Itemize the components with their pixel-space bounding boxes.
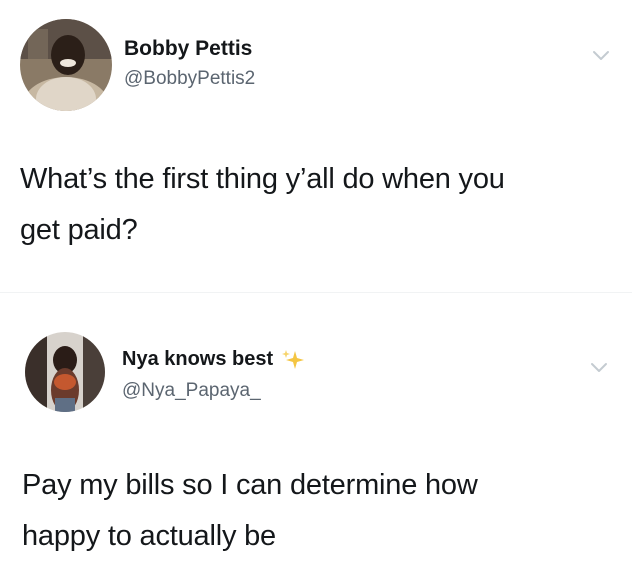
avatar[interactable] xyxy=(20,19,112,111)
tweet-card: Bobby Pettis @BobbyPettis2 What’s the fi… xyxy=(0,0,632,290)
tweet-text-line: happy to actually be xyxy=(22,520,276,552)
tweet-text: What’s the first thing y’all do when you… xyxy=(20,154,620,256)
user-name[interactable]: Bobby Pettis xyxy=(124,37,252,61)
tweet-text: Pay my bills so I can determine how happ… xyxy=(22,460,622,562)
tweet-text-line: get paid? xyxy=(20,214,138,246)
sparkles-icon xyxy=(281,349,304,369)
tweet-text-line: What’s the first thing y’all do when you xyxy=(20,163,505,195)
user-handle[interactable]: @Nya_Papaya_ xyxy=(122,380,261,402)
chevron-down-icon[interactable] xyxy=(592,50,610,62)
chevron-down-icon[interactable] xyxy=(590,362,608,374)
user-avatar-photo-icon xyxy=(20,19,112,111)
user-avatar-photo-icon xyxy=(25,332,105,412)
user-handle[interactable]: @BobbyPettis2 xyxy=(124,68,255,90)
user-name[interactable]: Nya knows best xyxy=(122,348,307,371)
divider xyxy=(0,292,632,293)
user-name-text: Nya knows best xyxy=(122,348,274,370)
avatar[interactable] xyxy=(25,332,105,412)
tweet-text-line: Pay my bills so I can determine how xyxy=(22,469,478,501)
tweet-card: Nya knows best @Nya_Papaya_ Pay my bills… xyxy=(0,300,632,580)
